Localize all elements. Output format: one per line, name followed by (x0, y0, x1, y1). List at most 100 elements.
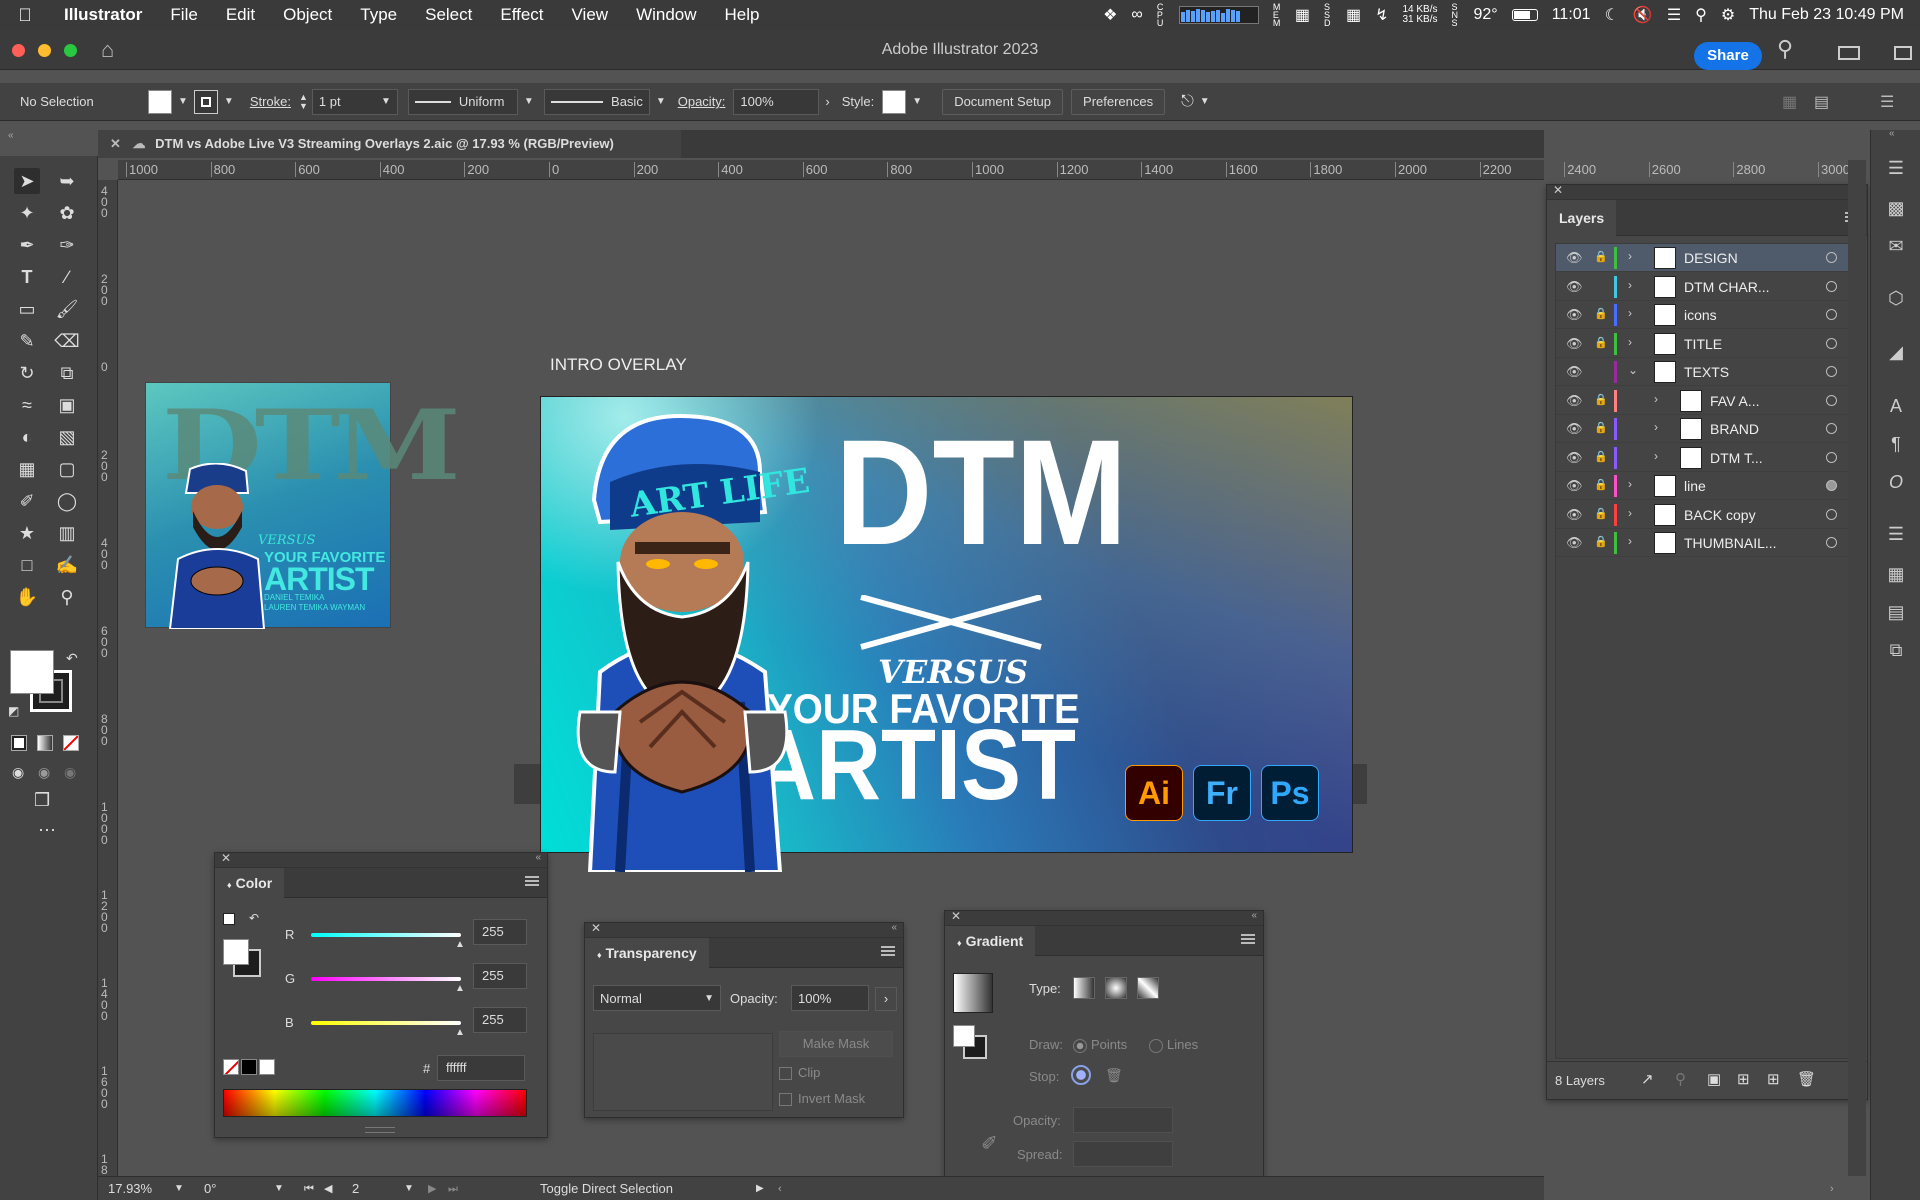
3d-materials-icon[interactable]: ⬡ (1884, 288, 1908, 312)
apple-icon[interactable]:  (0, 5, 50, 26)
opentype-icon[interactable]: O (1884, 472, 1908, 496)
chevron-right-icon[interactable]: › (1654, 420, 1658, 434)
g-slider-handle[interactable]: ▲ (455, 983, 465, 994)
clip-checkbox[interactable]: Clip (779, 1065, 820, 1081)
share-button[interactable]: Share (1694, 42, 1762, 70)
chevron-down-icon[interactable]: ▼ (274, 1180, 284, 1198)
panel-resize-grip[interactable] (365, 1127, 395, 1133)
layer-row[interactable]: 👁 🔒 › FAV A... (1556, 387, 1858, 415)
properties-icon[interactable]: ☰ (1884, 158, 1908, 182)
preferences-button[interactable]: Preferences (1071, 88, 1166, 115)
selection-tool-icon[interactable]: ➤ (14, 168, 40, 194)
gradient-opacity-field[interactable] (1073, 1107, 1173, 1133)
layer-name[interactable]: icons (1684, 307, 1717, 323)
lock-icon[interactable]: 🔒 (1594, 393, 1608, 406)
document-setup-button[interactable]: Document Setup (942, 88, 1064, 115)
black-color-swatch[interactable] (241, 1059, 257, 1075)
panel-menu-icon[interactable] (881, 946, 895, 956)
b-value[interactable]: 255 (473, 1007, 527, 1033)
r-value[interactable]: 255 (473, 919, 527, 945)
gradient-preview-swatch[interactable] (953, 973, 993, 1013)
shaper-tool-icon[interactable]: ✎ (14, 328, 40, 354)
chevron-down-icon[interactable]: ▼ (178, 96, 188, 107)
eyedropper-icon[interactable]: ✐ (981, 1131, 998, 1156)
clock[interactable]: Thu Feb 23 10:49 PM (1749, 6, 1904, 24)
eyedropper-tool-icon[interactable]: ✐ (14, 488, 40, 514)
document-tab[interactable]: ✕ ☁ DTM vs Adobe Live V3 Streaming Overl… (98, 130, 681, 158)
gradient-tool-icon[interactable]: ▢ (54, 456, 80, 482)
fill-color-box[interactable] (953, 1025, 975, 1047)
visibility-eye-icon[interactable]: 👁 (1566, 307, 1583, 323)
artboard-tool-icon[interactable]: □ (14, 552, 40, 578)
layer-row[interactable]: 👁 🔒 › THUMBNAIL... (1556, 529, 1858, 557)
gradient-mode-icon[interactable] (37, 735, 53, 751)
network-speed[interactable]: 14 KB/s 31 KB/s (1402, 5, 1437, 25)
layer-target-icon[interactable] (1826, 309, 1837, 320)
layer-row[interactable]: 👁 🔒 › BRAND (1556, 415, 1858, 443)
color-mode-icon[interactable] (11, 735, 27, 751)
layer-name[interactable]: DTM CHAR... (1684, 279, 1770, 295)
layer-name[interactable]: DTM T... (1710, 450, 1763, 466)
fill-color-box[interactable] (223, 939, 249, 965)
first-artboard-icon[interactable]: ⏮ (304, 1180, 314, 1198)
search-icon[interactable]: ⚲ (1695, 5, 1707, 25)
magic-wand-tool-icon[interactable]: ✦ (14, 200, 40, 226)
none-color-swatch[interactable] (223, 1059, 239, 1075)
style-swatch[interactable] (882, 89, 907, 114)
libraries-icon[interactable]: ▩ (1884, 198, 1908, 222)
arrange-documents-icon[interactable] (1838, 46, 1860, 60)
visibility-eye-icon[interactable]: 👁 (1566, 393, 1583, 409)
lines-radio[interactable]: Lines (1149, 1037, 1198, 1053)
layer-row[interactable]: 👁 🔒 › TITLE (1556, 330, 1858, 358)
brush-definition[interactable]: Basic (543, 88, 650, 115)
scale-tool-icon[interactable]: ⧉ (54, 360, 80, 386)
transparency-tab[interactable]: ♦ Transparency (585, 938, 709, 968)
layers-tab[interactable]: Layers (1547, 200, 1617, 236)
chevron-right-icon[interactable]: › (875, 987, 897, 1011)
color-spectrum[interactable] (223, 1089, 527, 1117)
type-tool-icon[interactable]: T (14, 264, 40, 290)
edit-toolbar-icon[interactable]: ⋯ (38, 820, 58, 841)
align-icon[interactable]: ▦ (1782, 92, 1797, 112)
locate-object-icon[interactable]: ⚲ (1675, 1070, 1686, 1088)
hex-field[interactable]: ffffff (437, 1055, 525, 1081)
thumbnail-artboard[interactable]: DTM VERSUS YOUR FAVORITE ARTIST DANIEL T… (145, 382, 461, 629)
none-mode-icon[interactable] (63, 735, 79, 751)
menu-edit[interactable]: Edit (212, 5, 269, 25)
chevron-down-icon[interactable]: ▼ (224, 96, 234, 107)
battery-icon[interactable] (1511, 9, 1538, 21)
menu-window[interactable]: Window (622, 5, 710, 25)
pathfinder-icon[interactable]: ⧉ (1884, 640, 1908, 664)
color-tab[interactable]: ♦ Color (215, 868, 285, 898)
fill-swatch[interactable] (148, 89, 172, 114)
temperature[interactable]: 92° (1474, 6, 1498, 24)
chevron-right-icon[interactable]: › (1628, 249, 1632, 263)
chevron-down-icon[interactable]: ⌄ (1628, 363, 1638, 377)
last-artboard-icon[interactable]: ⏭ (448, 1180, 458, 1198)
close-panel-icon[interactable]: ✕ (221, 851, 231, 865)
layer-name[interactable]: TEXTS (1684, 364, 1729, 380)
freeform-gradient-button[interactable] (1137, 977, 1159, 999)
layer-row[interactable]: 👁 🔒 › DESIGN (1556, 244, 1858, 272)
wifi-icon[interactable]: ☰ (1667, 5, 1681, 25)
chevron-right-icon[interactable]: › (1654, 449, 1658, 463)
chevron-right-icon[interactable]: › (1628, 506, 1632, 520)
transform-icon[interactable]: ▤ (1814, 92, 1829, 112)
collapse-icon[interactable]: « (1889, 128, 1895, 139)
lock-icon[interactable]: 🔒 (1594, 421, 1608, 434)
curvature-tool-icon[interactable]: ✑ (54, 232, 80, 258)
chevron-right-icon[interactable]: › (825, 94, 829, 109)
visibility-eye-icon[interactable]: 👁 (1566, 507, 1583, 523)
opacity-field[interactable]: 100% (733, 88, 820, 115)
layer-row[interactable]: 👁 🔒 › BACK copy (1556, 501, 1858, 529)
workspace-switcher-icon[interactable] (1894, 46, 1912, 60)
delete-stop-icon[interactable]: 🗑 (1105, 1067, 1123, 1084)
layer-name[interactable]: BRAND (1710, 421, 1759, 437)
layer-name[interactable]: FAV A... (1710, 393, 1760, 409)
white-color-swatch[interactable] (259, 1059, 275, 1075)
chevron-down-icon[interactable]: ▼ (174, 1180, 184, 1198)
collapse-panel-icon[interactable]: « (535, 852, 541, 863)
rotation-value[interactable]: 0° (204, 1180, 216, 1198)
stroke-stepper[interactable]: ▲ ▼ (299, 92, 308, 111)
layer-target-icon[interactable] (1826, 366, 1837, 377)
